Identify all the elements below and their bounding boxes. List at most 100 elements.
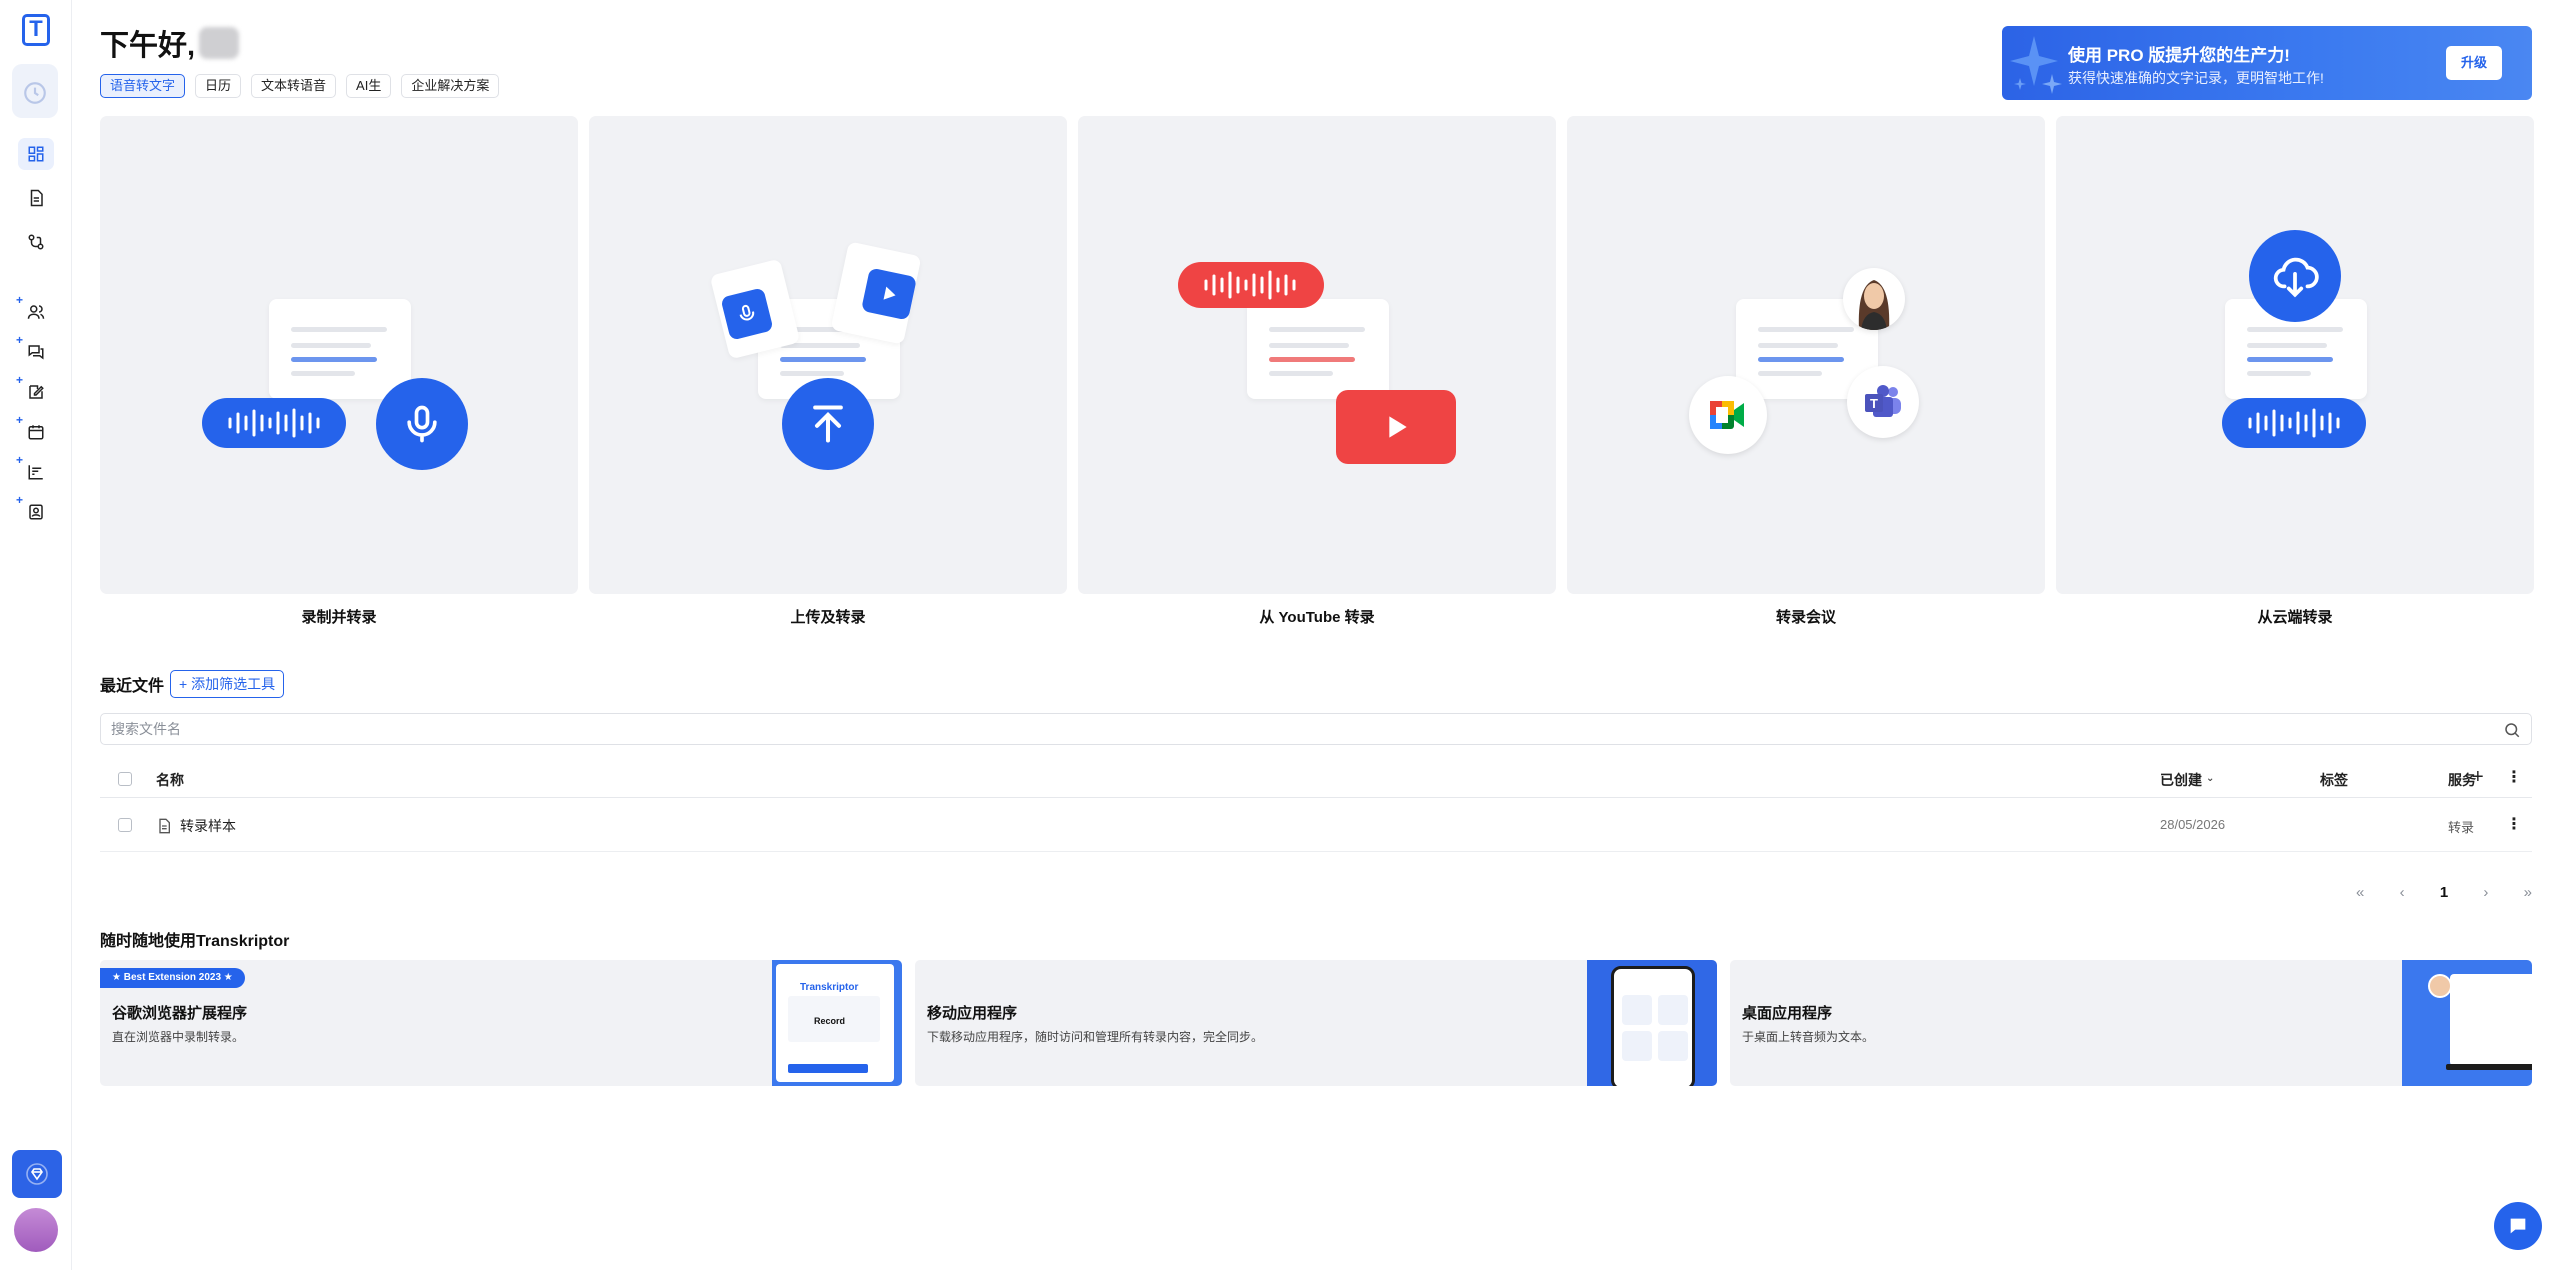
tab-calendar[interactable]: 日历 xyxy=(195,74,242,98)
sidebar-item-users[interactable]: + xyxy=(16,293,54,328)
column-name[interactable]: 名称 xyxy=(156,770,184,790)
file-search xyxy=(100,713,2532,745)
sidebar-item-calendar[interactable]: + xyxy=(16,413,54,448)
dashboard-icon xyxy=(28,146,44,162)
extension-screenshot: Transkriptor Record xyxy=(772,960,902,1086)
action-cards: 录制并转录 上传及转录 从 YouTube 转录 T 转录会议 从云端转录 xyxy=(100,116,2534,628)
sidebar-item-workflow[interactable] xyxy=(18,226,54,258)
sidebar: T + + + + + + xyxy=(0,0,72,1270)
chat-bubble-icon xyxy=(2510,1218,2526,1234)
tab-enterprise[interactable]: 企业解决方案 xyxy=(401,74,500,98)
mock-record: Record xyxy=(814,1016,846,1026)
upgrade-button[interactable]: 升级 xyxy=(2446,46,2502,80)
promo-title: 桌面应用程序 xyxy=(1742,1005,1833,1022)
svg-text:T: T xyxy=(1870,396,1878,411)
row-checkbox[interactable] xyxy=(118,818,132,832)
best-extension-badge: ★ Best Extension 2023 ★ xyxy=(100,968,245,988)
card-label: 上传及转录 xyxy=(790,609,866,626)
plus-icon: + xyxy=(16,413,24,427)
card-meeting[interactable]: T 转录会议 xyxy=(1567,116,2045,627)
youtube-play-icon xyxy=(1336,390,1456,464)
promo-desc: 下载移动应用程序，随时访问和管理所有转录内容，完全同步。 xyxy=(927,1030,1264,1044)
plus-icon: + xyxy=(16,453,24,467)
cloud-download-icon xyxy=(2249,230,2341,322)
chart-icon xyxy=(28,465,43,480)
column-created-label: 已创建 xyxy=(2160,772,2202,788)
add-filter-label: 添加筛选工具 xyxy=(191,676,276,692)
app-logo[interactable]: T xyxy=(22,14,50,46)
calendar-icon xyxy=(28,425,44,440)
add-filter-button[interactable]: + 添加筛选工具 xyxy=(170,670,285,698)
card-youtube[interactable]: 从 YouTube 转录 xyxy=(1078,116,1556,627)
teams-icon: T xyxy=(1847,366,1919,438)
row-more-icon[interactable]: ⋮ xyxy=(2506,814,2522,834)
tab-speech-to-text[interactable]: 语音转文字 xyxy=(100,74,186,98)
column-tags[interactable]: 标签 xyxy=(2320,770,2348,790)
search-input[interactable] xyxy=(111,719,2471,739)
mock-brand: Transkriptor xyxy=(800,982,859,993)
diamond-icon xyxy=(26,1163,48,1185)
greeting-text: 下午好, xyxy=(100,30,196,62)
sidebar-item-files[interactable] xyxy=(18,182,54,214)
table-header: 名称 已创建 ⌄ 标签 服务 + ⋮ xyxy=(100,760,2532,798)
search-icon[interactable] xyxy=(2503,721,2521,739)
add-column-icon[interactable]: + xyxy=(2472,766,2484,789)
card-label: 从云端转录 xyxy=(2257,609,2333,626)
banner-title: 使用 PRO 版提升您的生产力! xyxy=(2068,46,2290,65)
card-upload[interactable]: 上传及转录 xyxy=(589,116,1067,627)
file-name[interactable]: 转录样本 xyxy=(180,816,236,836)
first-page-button[interactable]: « xyxy=(2356,884,2364,901)
upgrade-pro-button[interactable] xyxy=(12,1150,62,1198)
sidebar-item-contacts[interactable]: + xyxy=(16,493,54,528)
card-cloud[interactable]: 从云端转录 xyxy=(2056,116,2534,627)
waveform-icon xyxy=(2222,398,2366,448)
anywhere-title: 随时随地使用Transkriptor xyxy=(100,933,290,950)
sidebar-item-chat[interactable]: + xyxy=(16,333,54,368)
promo-chrome-extension[interactable]: ★ Best Extension 2023 ★ 谷歌浏览器扩展程序 直在浏览器中… xyxy=(100,960,902,1086)
support-chat-button[interactable] xyxy=(2494,1202,2542,1250)
promo-desktop-app[interactable]: 桌面应用程序 于桌面上转音频为文本。 xyxy=(1730,960,2532,1086)
column-created[interactable]: 已创建 ⌄ xyxy=(2160,770,2214,790)
edit-icon xyxy=(29,385,44,399)
file-service: 转录 xyxy=(2448,820,2475,835)
plus-icon: + xyxy=(179,676,192,692)
promo-desc: 直在浏览器中录制转录。 xyxy=(112,1030,245,1044)
card-illustration xyxy=(589,116,1067,594)
plus-icon: + xyxy=(16,293,24,307)
clock-icon xyxy=(24,82,46,104)
google-meet-icon xyxy=(1689,376,1767,454)
sidebar-item-analytics[interactable]: + xyxy=(16,453,54,488)
prev-page-button[interactable]: ‹ xyxy=(2400,884,2405,901)
waveform-icon xyxy=(202,398,346,448)
plus-icon: + xyxy=(16,493,24,507)
recent-files-header: 最近文件 + 添加筛选工具 xyxy=(100,670,285,698)
recent-activity-button[interactable] xyxy=(12,64,58,118)
table-row[interactable]: 转录样本 28/05/2026 转录 ⋮ xyxy=(100,800,2532,852)
workflow-icon xyxy=(28,234,44,250)
promo-desc: 于桌面上转音频为文本。 xyxy=(1742,1030,1875,1044)
current-page[interactable]: 1 xyxy=(2440,884,2448,901)
last-page-button[interactable]: » xyxy=(2524,884,2532,901)
user-avatar[interactable] xyxy=(14,1208,58,1252)
sidebar-item-dashboard[interactable] xyxy=(18,138,54,170)
card-illustration xyxy=(2056,116,2534,594)
more-vertical-icon[interactable]: ⋮ xyxy=(2506,767,2522,787)
card-illustration xyxy=(100,116,578,594)
promo-mobile-app[interactable]: 移动应用程序 下载移动应用程序，随时访问和管理所有转录内容，完全同步。 xyxy=(915,960,1717,1086)
plus-icon: + xyxy=(16,373,24,387)
tab-ai[interactable]: AI生 xyxy=(346,74,392,98)
card-record[interactable]: 录制并转录 xyxy=(100,116,578,627)
select-all-checkbox[interactable] xyxy=(118,772,132,786)
tab-text-to-speech[interactable]: 文本转语音 xyxy=(251,74,337,98)
mobile-app-screenshot xyxy=(1587,960,1717,1086)
file-created: 28/05/2026 xyxy=(2160,817,2226,832)
contact-icon xyxy=(29,504,43,520)
chevron-down-icon: ⌄ xyxy=(2206,773,2215,784)
card-label: 从 YouTube 转录 xyxy=(1259,609,1375,626)
greeting: 下午好, xyxy=(100,22,240,64)
card-illustration xyxy=(1078,116,1556,594)
next-page-button[interactable]: › xyxy=(2483,884,2488,901)
pro-upgrade-banner: 使用 PRO 版提升您的生产力! 获得快速准确的文字记录，更明智地工作! 升级 xyxy=(2002,26,2532,100)
file-icon xyxy=(159,818,170,834)
sidebar-item-edit[interactable]: + xyxy=(16,373,54,408)
